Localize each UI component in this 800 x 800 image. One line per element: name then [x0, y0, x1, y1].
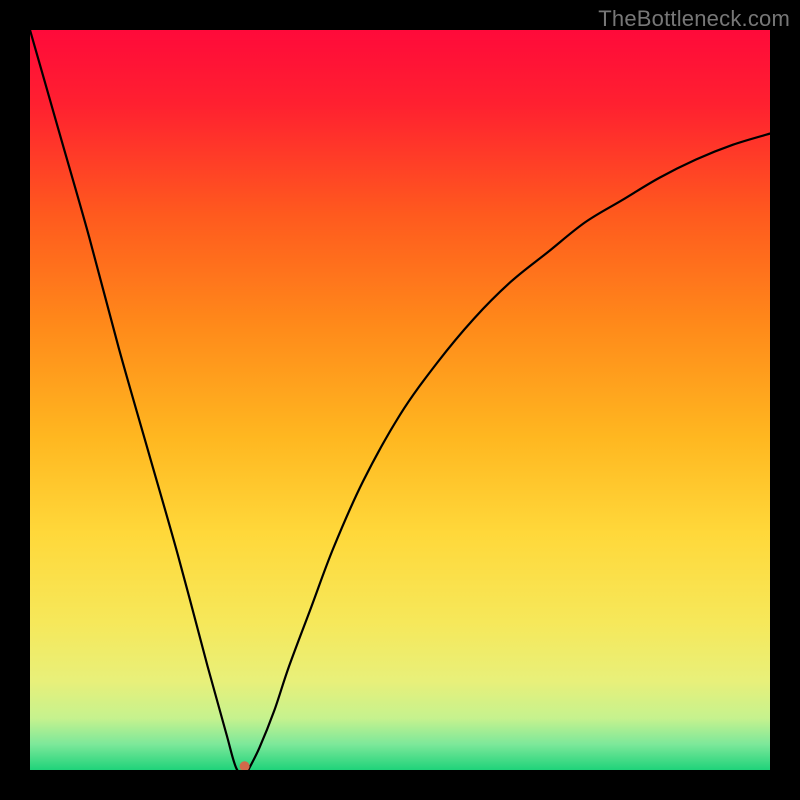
- watermark-text: TheBottleneck.com: [598, 6, 790, 32]
- chart-frame: TheBottleneck.com: [0, 0, 800, 800]
- chart-svg: [30, 30, 770, 770]
- gradient-background: [30, 30, 770, 770]
- plot-area: [30, 30, 770, 770]
